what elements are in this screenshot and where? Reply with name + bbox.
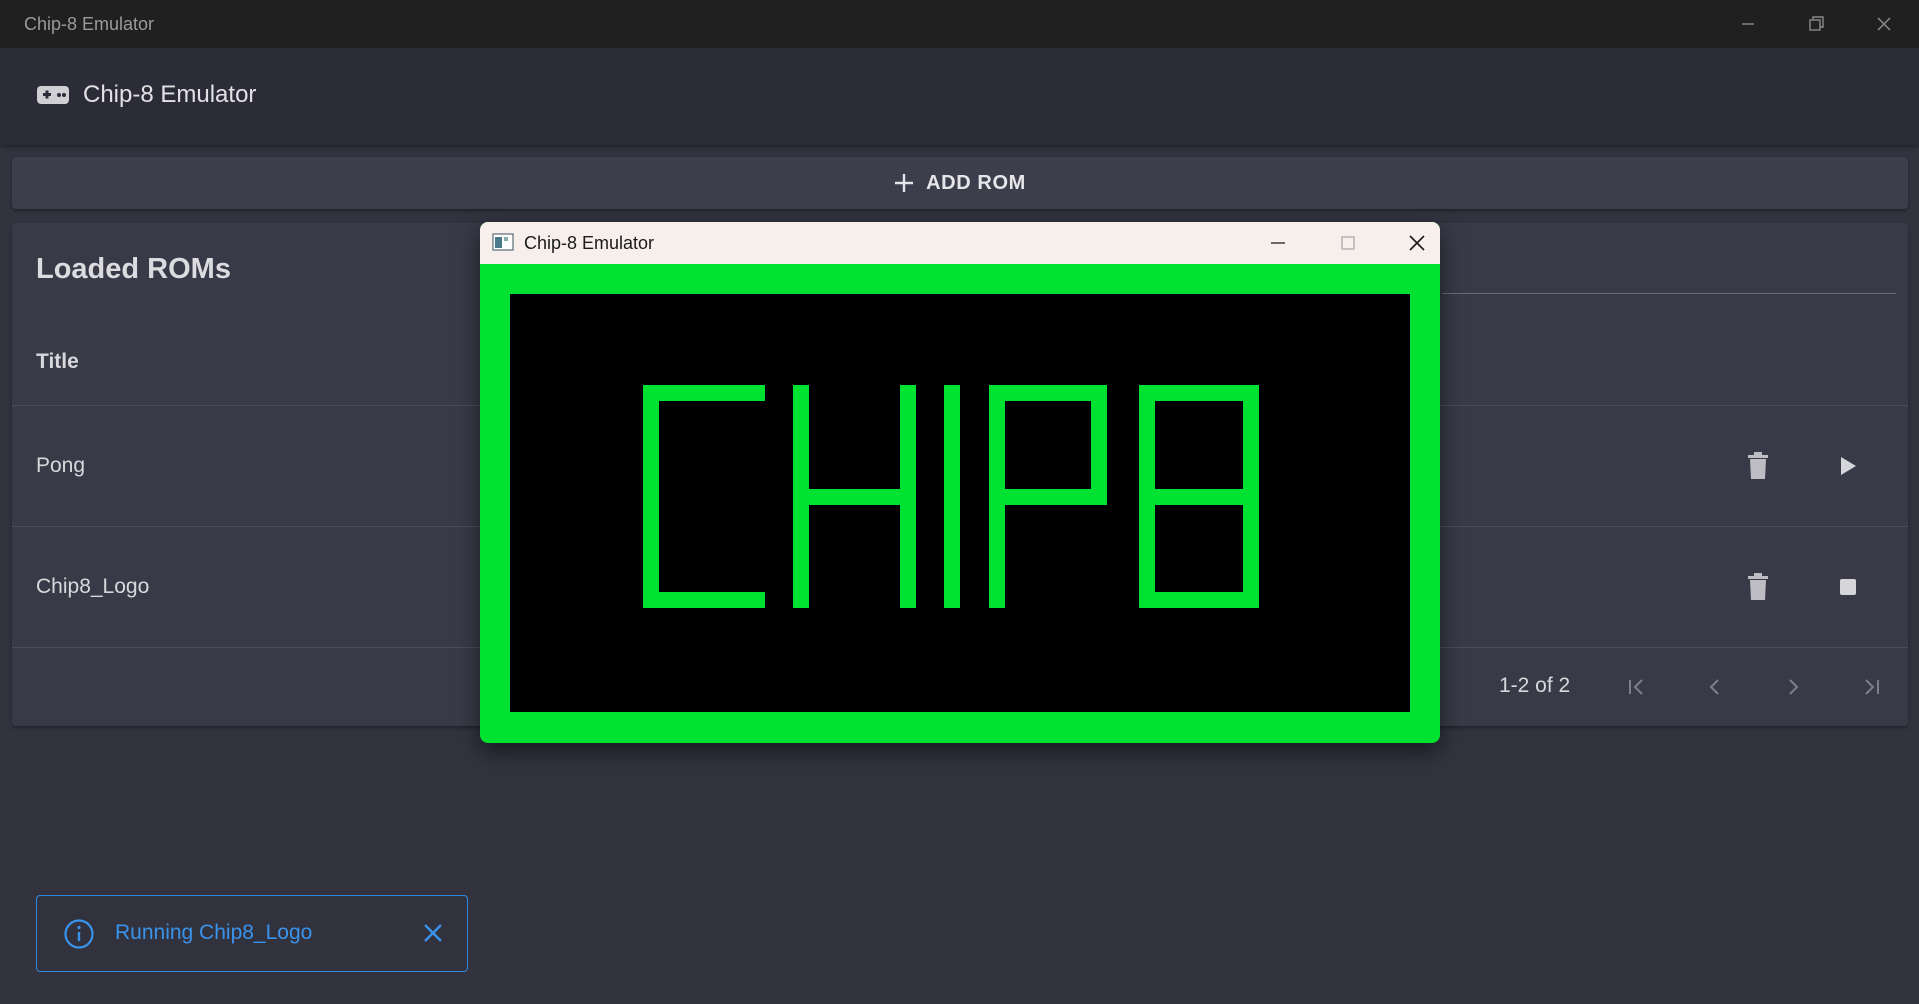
app-title: Chip-8 Emulator	[83, 81, 257, 108]
plus-icon	[894, 173, 914, 193]
close-icon[interactable]	[422, 922, 444, 944]
trash-icon[interactable]	[1742, 450, 1774, 482]
stop-icon[interactable]	[1832, 571, 1864, 603]
chip8-logo	[643, 385, 1259, 608]
status-toast: Running Chip8_Logo	[36, 895, 468, 972]
info-icon	[63, 918, 95, 950]
trash-icon[interactable]	[1742, 571, 1774, 603]
emulator-title: Chip-8 Emulator	[524, 233, 655, 253]
close-icon[interactable]	[1872, 12, 1896, 36]
first-page-icon[interactable]	[1623, 673, 1651, 701]
maximize-icon[interactable]	[1336, 231, 1360, 255]
app-window-icon	[492, 233, 514, 251]
close-icon[interactable]	[1405, 231, 1429, 255]
add-rom-button[interactable]: ADD ROM	[12, 157, 1908, 209]
previous-page-icon[interactable]	[1701, 673, 1729, 701]
card-title: Loaded ROMs	[36, 253, 231, 285]
emulator-screen	[510, 294, 1410, 712]
window-title: Chip-8 Emulator	[24, 14, 155, 34]
emulator-titlebar[interactable]: Chip-8 Emulator	[480, 222, 1440, 264]
last-page-icon[interactable]	[1857, 673, 1885, 701]
column-title[interactable]: Title	[36, 350, 79, 374]
gamepad-icon	[36, 84, 70, 106]
window-titlebar: Chip-8 Emulator	[0, 0, 1919, 48]
minimize-icon[interactable]	[1736, 12, 1760, 36]
emulator-window[interactable]: Chip-8 Emulator	[480, 222, 1440, 743]
toast-message: Running Chip8_Logo	[115, 921, 313, 944]
restore-icon[interactable]	[1804, 12, 1828, 36]
minimize-icon[interactable]	[1266, 231, 1290, 255]
next-page-icon[interactable]	[1779, 673, 1807, 701]
app-bar: Chip-8 Emulator	[0, 48, 1919, 145]
add-rom-label: ADD ROM	[926, 171, 1026, 194]
rom-title: Chip8_Logo	[36, 575, 150, 598]
rom-title: Pong	[36, 454, 86, 477]
page-range: 1-2 of 2	[1499, 674, 1571, 697]
play-icon[interactable]	[1832, 450, 1864, 482]
search-field-underline[interactable]	[1442, 293, 1896, 294]
